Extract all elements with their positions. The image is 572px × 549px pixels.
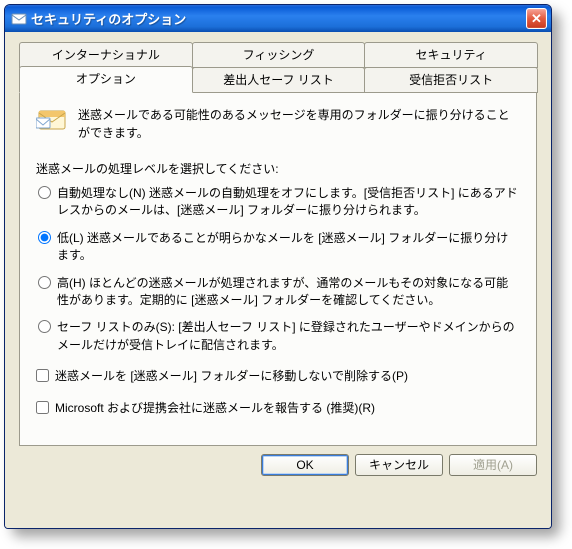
tab-label: インターナショナル — [52, 48, 160, 62]
radio-high-input[interactable] — [38, 276, 51, 289]
tab-label: オプション — [76, 72, 136, 86]
tab-international[interactable]: インターナショナル — [19, 42, 193, 68]
tab-options[interactable]: オプション — [19, 66, 193, 93]
section-label: 迷惑メールの処理レベルを選択してください: — [36, 160, 520, 177]
tab-panel-options: 迷惑メールである可能性のあるメッセージを専用のフォルダーに振り分けることができま… — [19, 92, 537, 446]
radio-group-level: 自動処理なし(N) 迷惑メールの自動処理をオフにします。[受信拒否リスト] にあ… — [38, 185, 520, 354]
ok-button[interactable]: OK — [261, 454, 349, 476]
radio-none-label: 自動処理なし(N) 迷惑メールの自動処理をオフにします。[受信拒否リスト] にあ… — [57, 185, 520, 220]
check-report-label: Microsoft および提携会社に迷惑メールを報告する (推奨)(R) — [55, 400, 375, 417]
intro-text: 迷惑メールである可能性のあるメッセージを専用のフォルダーに振り分けることができま… — [78, 106, 520, 142]
client-area: インターナショナル フィッシング セキュリティ オプション 差出人セーフ リスト… — [5, 32, 551, 528]
radio-none-input[interactable] — [38, 186, 51, 199]
radio-low[interactable]: 低(L) 迷惑メールであることが明らかなメールを [迷惑メール] フォルダーに振… — [38, 230, 520, 265]
check-report[interactable]: Microsoft および提携会社に迷惑メールを報告する (推奨)(R) — [36, 400, 520, 417]
tab-label: セキュリティ — [416, 48, 487, 62]
tab-security[interactable]: セキュリティ — [364, 42, 538, 68]
tab-label: フィッシング — [243, 48, 315, 62]
tab-label: 受信拒否リスト — [409, 73, 493, 87]
radio-safelist-input[interactable] — [38, 320, 51, 333]
title-bar[interactable]: セキュリティのオプション ✕ — [5, 5, 551, 32]
dialog-window: セキュリティのオプション ✕ インターナショナル フィッシング セキュリティ オ… — [4, 4, 552, 529]
tab-blocked-senders[interactable]: 受信拒否リスト — [364, 67, 538, 93]
tab-label: 差出人セーフ リスト — [223, 73, 334, 87]
tab-strip: インターナショナル フィッシング セキュリティ オプション 差出人セーフ リスト… — [19, 42, 537, 446]
check-delete[interactable]: 迷惑メールを [迷惑メール] フォルダーに移動しないで削除する(P) — [36, 368, 520, 385]
close-button[interactable]: ✕ — [526, 8, 547, 29]
tab-phishing[interactable]: フィッシング — [192, 42, 366, 68]
checkbox-group: 迷惑メールを [迷惑メール] フォルダーに移動しないで削除する(P) Micro… — [36, 368, 520, 417]
mail-icon — [36, 106, 68, 134]
title-icon — [11, 11, 27, 27]
radio-high[interactable]: 高(H) ほとんどの迷惑メールが処理されますが、通常のメールもその対象になる可能… — [38, 275, 520, 310]
apply-button[interactable]: 適用(A) — [449, 454, 537, 476]
tab-safe-senders[interactable]: 差出人セーフ リスト — [192, 67, 366, 93]
close-icon: ✕ — [531, 12, 542, 25]
radio-safelist-label: セーフ リストのみ(S): [差出人セーフ リスト] に登録されたユーザーやドメ… — [57, 319, 520, 354]
radio-safelist-only[interactable]: セーフ リストのみ(S): [差出人セーフ リスト] に登録されたユーザーやドメ… — [38, 319, 520, 354]
cancel-button[interactable]: キャンセル — [355, 454, 443, 476]
radio-low-input[interactable] — [38, 231, 51, 244]
radio-low-label: 低(L) 迷惑メールであることが明らかなメールを [迷惑メール] フォルダーに振… — [57, 230, 520, 265]
check-delete-label: 迷惑メールを [迷惑メール] フォルダーに移動しないで削除する(P) — [55, 368, 408, 385]
title-text: セキュリティのオプション — [31, 9, 526, 28]
button-bar: OK キャンセル 適用(A) — [19, 446, 537, 476]
check-delete-input[interactable] — [36, 369, 49, 382]
radio-none[interactable]: 自動処理なし(N) 迷惑メールの自動処理をオフにします。[受信拒否リスト] にあ… — [38, 185, 520, 220]
radio-high-label: 高(H) ほとんどの迷惑メールが処理されますが、通常のメールもその対象になる可能… — [57, 275, 520, 310]
check-report-input[interactable] — [36, 401, 49, 414]
